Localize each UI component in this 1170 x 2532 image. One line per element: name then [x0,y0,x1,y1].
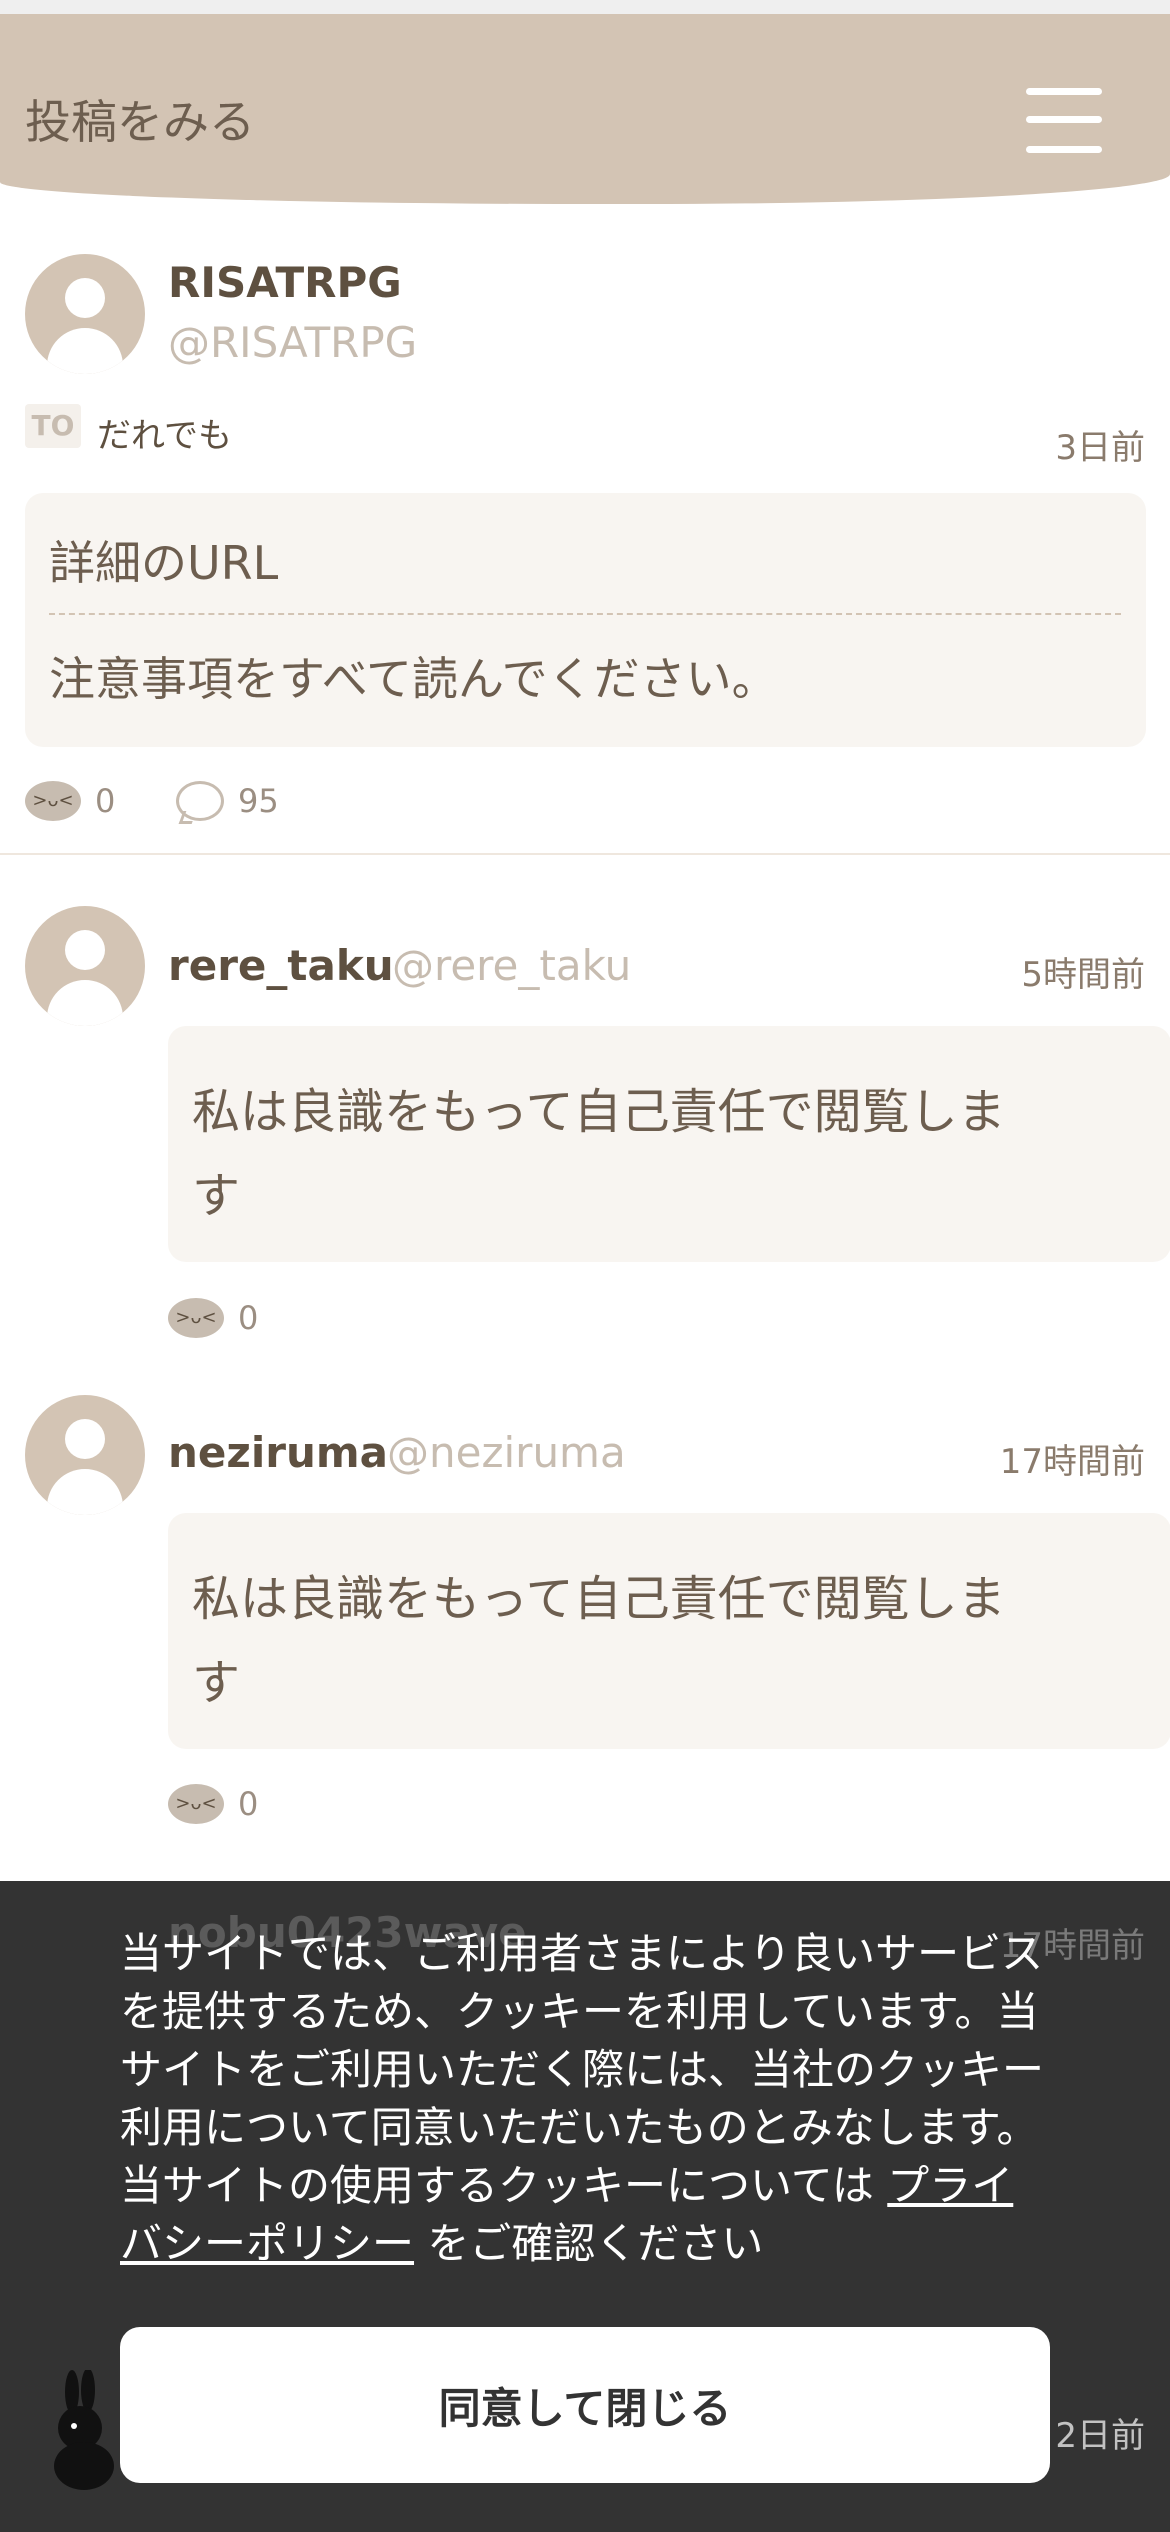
reaction-button[interactable]: >ᴗ< 0 [25,781,115,821]
comment-count: 95 [238,782,279,820]
page-header: 投稿をみる [0,14,1170,204]
face-icon: >ᴗ< [168,1298,224,1338]
face-icon: >ᴗ< [25,781,81,821]
post-time: 3日前 [1055,428,1145,468]
divider [49,613,1121,615]
cookie-text-after: をご確認ください [427,2219,764,2268]
to-badge: TO [25,404,81,448]
reply-body: 私は良識をもって自己責任で閲覧します [168,1026,1170,1262]
reply-display-name[interactable]: rere_taku [168,941,394,990]
comment-icon [176,781,224,821]
status-strip [0,0,1170,14]
avatar[interactable] [25,1395,145,1515]
avatar[interactable] [25,254,145,374]
hamburger-icon[interactable] [1026,84,1104,156]
cookie-banner: nobu0423wave 17時間前 当サイトでは、ご利用者さまにより良いサービ… [0,1881,1170,2532]
cookie-message: 当サイトでは、ご利用者さまにより良いサービスを提供するため、クッキーを利用してい… [120,1925,1050,2273]
reply-handle: @rere_taku [392,941,632,990]
section-divider [0,853,1170,855]
reaction-count: 0 [238,1299,259,1337]
reply-time: 5時間前 [1021,955,1145,995]
reaction-count: 0 [95,782,116,820]
agree-close-button[interactable]: 同意して閉じる [120,2327,1050,2483]
reply-text: 私は良識をもって自己責任で閲覧します [192,1571,1006,1711]
to-recipient: だれでも [97,416,232,456]
rabbit-icon[interactable] [44,2370,124,2490]
reply-time: 17時間前 [999,1442,1145,1482]
avatar[interactable] [25,906,145,1026]
comment-button[interactable]: 95 [176,781,279,821]
post-note: 注意事項をすべて読んでください。 [49,652,778,706]
reply-handle: @neziruma [387,1428,626,1477]
post-body: 詳細のURL 注意事項をすべて読んでください。 [25,493,1146,747]
post-handle: @RISATRPG [168,318,418,367]
reaction-button[interactable]: >ᴗ< 0 [168,1784,258,1824]
reply-display-name[interactable]: neziruma [168,1428,388,1477]
reply-text: 私は良識をもって自己責任で閲覧します [192,1084,1006,1224]
post-display-name[interactable]: RISATRPG [168,258,402,307]
post-url-label[interactable]: 詳細のURL [49,527,278,593]
reaction-button[interactable]: >ᴗ< 0 [168,1298,258,1338]
face-icon: >ᴗ< [168,1784,224,1824]
page-title: 投稿をみる [25,95,255,149]
reply-body: 私は良識をもって自己責任で閲覧します [168,1513,1170,1749]
reply-time: 2日前 [1055,2416,1145,2456]
reaction-count: 0 [238,1785,259,1823]
